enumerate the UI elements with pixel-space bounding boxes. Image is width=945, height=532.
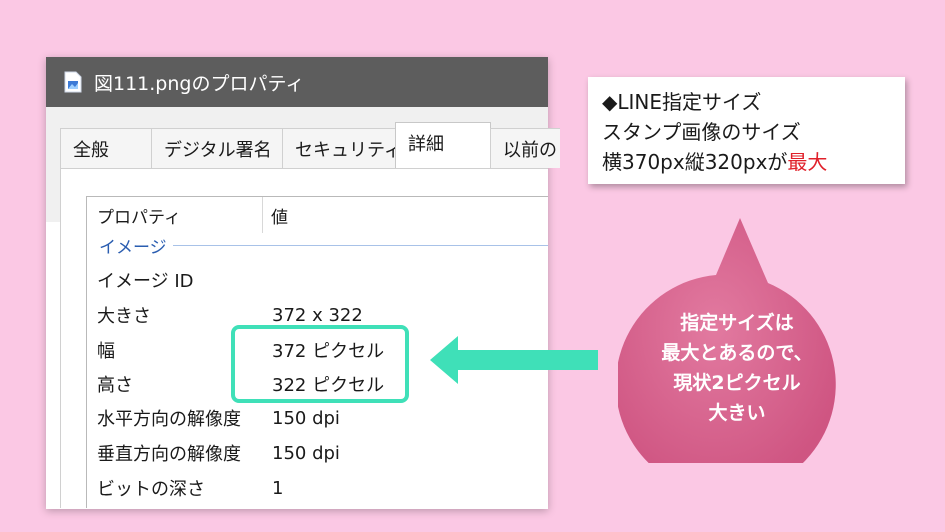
group-divider (172, 244, 548, 246)
bubble-message: 指定サイズは 最大とあるので、 現状2ピクセル 大きい (628, 308, 846, 428)
property-name: 垂直方向の解像度 (97, 444, 241, 465)
column-divider[interactable] (262, 197, 263, 233)
property-value: 1 (272, 477, 284, 499)
window-title: 図111.pngのプロパティ (94, 72, 305, 95)
title-bar[interactable]: 図111.pngのプロパティ (46, 57, 548, 107)
tab-details[interactable]: 詳細 (395, 122, 491, 168)
list-item[interactable]: イメージ ID (97, 264, 272, 296)
column-header-property[interactable]: プロパティ (97, 197, 181, 233)
note-line-2: スタンプ画像のサイズ (602, 120, 801, 144)
pointer-arrow-icon (430, 336, 598, 384)
group-label: イメージ (99, 237, 167, 258)
property-value: 372 x 322 (272, 304, 363, 326)
property-value: 150 dpi (272, 407, 340, 429)
line-size-note: ◆LINE指定サイズ スタンプ画像のサイズ 横370px縦320pxが最大 (588, 77, 905, 184)
column-header-value[interactable]: 値 (271, 197, 288, 233)
tab-bar: 全般 デジタル署名 セキュリティ 詳細 以前の (60, 122, 560, 168)
note-line-3-text: 横370px縦320pxが (602, 150, 788, 174)
bubble-line-2: 最大とあるので、 (661, 342, 813, 364)
list-item[interactable]: ビットの深さ 1 (97, 472, 283, 504)
property-name: 水平方向の解像度 (97, 409, 241, 430)
bubble-line-1: 指定サイズは (680, 312, 794, 334)
property-value: 150 dpi (272, 442, 340, 464)
property-name: ビットの深さ (97, 479, 205, 500)
group-header-image: イメージ (99, 233, 548, 258)
size-highlight-box (231, 325, 409, 403)
tab-security[interactable]: セキュリティ (282, 128, 402, 168)
tab-previous-versions[interactable]: 以前の (490, 128, 560, 168)
bubble-line-3: 現状2ピクセル (673, 372, 801, 394)
note-line-3: 横370px縦320pxが最大 (602, 147, 905, 177)
tab-general[interactable]: 全般 (60, 128, 152, 168)
property-name: イメージ ID (97, 271, 194, 292)
bubble-line-4: 大きい (708, 402, 766, 424)
list-item[interactable]: 垂直方向の解像度 150 dpi (97, 437, 340, 469)
list-item[interactable]: 水平方向の解像度 150 dpi (97, 402, 340, 434)
image-file-icon (64, 71, 82, 93)
note-emphasis: 最大 (787, 150, 828, 174)
tab-digital-signature[interactable]: デジタル署名 (151, 128, 283, 168)
note-line-1: ◆LINE指定サイズ (602, 90, 762, 114)
